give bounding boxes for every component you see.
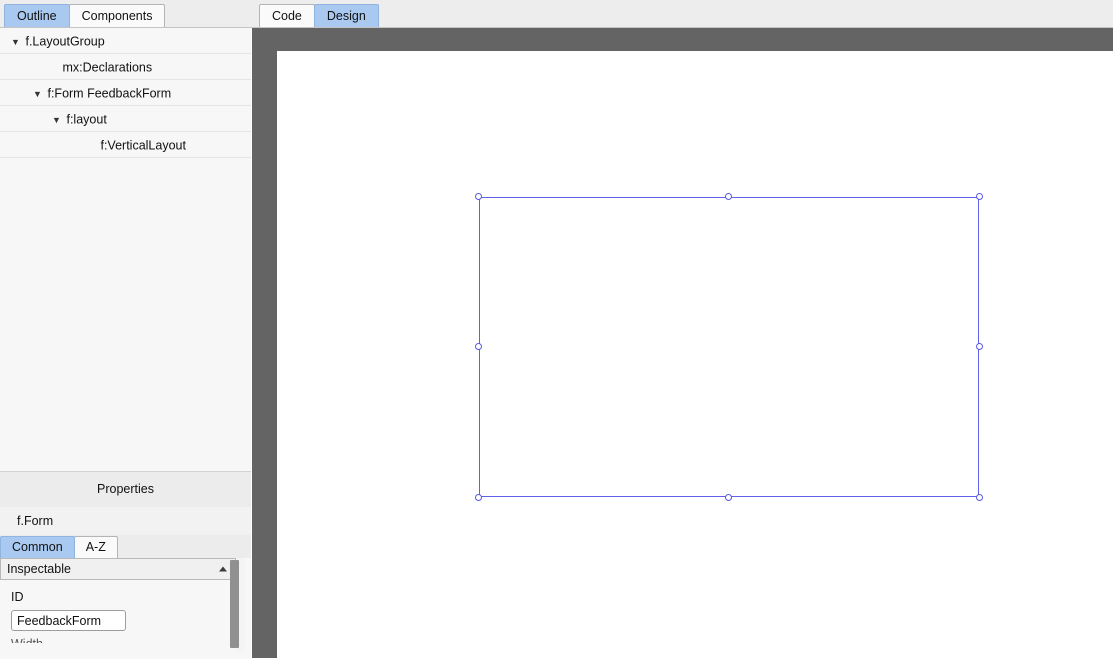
canvas-backdrop bbox=[252, 28, 1113, 658]
resize-handle-top-right[interactable] bbox=[976, 193, 983, 200]
resize-handle-bottom-center[interactable] bbox=[725, 494, 732, 501]
section-inspectable-label: Inspectable bbox=[7, 562, 71, 576]
tree-item-verticallayout[interactable]: f:VerticalLayout bbox=[0, 132, 251, 158]
tab-design[interactable]: Design bbox=[313, 4, 379, 27]
resize-handle-bottom-left[interactable] bbox=[475, 494, 482, 501]
chevron-up-icon[interactable] bbox=[219, 566, 227, 572]
properties-scrollbar-track[interactable] bbox=[230, 558, 245, 651]
tab-design-label: Design bbox=[326, 9, 366, 23]
properties-scrollbar-thumb[interactable] bbox=[230, 560, 239, 648]
tree-item-layout[interactable]: ▼ f:layout bbox=[0, 106, 251, 132]
tab-code-label: Code bbox=[272, 9, 302, 23]
id-field[interactable] bbox=[11, 610, 126, 631]
tab-common[interactable]: Common bbox=[0, 536, 75, 558]
tree-item-layoutgroup[interactable]: ▼ f.LayoutGroup bbox=[0, 28, 251, 54]
resize-handle-middle-right[interactable] bbox=[976, 343, 983, 350]
tree-item-label: f.LayoutGroup bbox=[25, 34, 105, 49]
tab-components-label: Components bbox=[81, 9, 153, 23]
selected-component-bounds[interactable] bbox=[475, 193, 983, 501]
resize-handle-top-center[interactable] bbox=[725, 193, 732, 200]
properties-tabstrip: Common A-Z bbox=[0, 535, 251, 558]
tree-item-label: mx:Declarations bbox=[62, 60, 153, 75]
tree-item-label: f:VerticalLayout bbox=[100, 138, 186, 153]
section-inspectable[interactable]: Inspectable bbox=[0, 558, 236, 580]
resize-handle-top-left[interactable] bbox=[475, 193, 482, 200]
disclosure-triangle-icon[interactable]: ▼ bbox=[11, 29, 22, 55]
tree-item-form[interactable]: ▼ f:Form FeedbackForm bbox=[0, 80, 251, 106]
properties-subject: f.Form bbox=[0, 507, 251, 535]
flash-builder-window: Outline Components ▼ f.LayoutGroup mx:De… bbox=[0, 0, 1113, 659]
disclosure-triangle-icon[interactable]: ▼ bbox=[33, 81, 44, 107]
tab-components[interactable]: Components bbox=[68, 4, 166, 27]
design-canvas[interactable] bbox=[277, 51, 1113, 658]
field-label-clipped: Width bbox=[0, 637, 251, 643]
tab-a-z-label: A-Z bbox=[85, 540, 106, 554]
editor-tabstrip: Code Design bbox=[251, 0, 1113, 28]
tab-outline-label: Outline bbox=[17, 9, 57, 23]
outline-tabstrip: Outline Components bbox=[0, 0, 251, 28]
field-label-id: ID bbox=[11, 590, 24, 604]
resize-handle-bottom-right[interactable] bbox=[976, 494, 983, 501]
editor-area: Code Design bbox=[251, 0, 1113, 658]
outline-tree[interactable]: ▼ f.LayoutGroup mx:Declarations ▼ f:Form… bbox=[0, 28, 251, 471]
tab-outline[interactable]: Outline bbox=[4, 4, 70, 27]
resize-handle-middle-left[interactable] bbox=[475, 343, 482, 350]
tab-a-z[interactable]: A-Z bbox=[73, 536, 118, 558]
left-panel: Outline Components ▼ f.LayoutGroup mx:De… bbox=[0, 0, 251, 659]
tree-item-label: f:Form FeedbackForm bbox=[47, 86, 172, 101]
disclosure-triangle-icon[interactable]: ▼ bbox=[52, 107, 63, 133]
properties-body: Inspectable ID Width bbox=[0, 558, 251, 659]
properties-panel: Properties f.Form Common A-Z Inspectable… bbox=[0, 471, 251, 659]
tree-item-declarations[interactable]: mx:Declarations bbox=[0, 54, 251, 80]
properties-title: Properties bbox=[0, 472, 251, 507]
tree-item-label: f:layout bbox=[66, 112, 107, 127]
tab-common-label: Common bbox=[12, 540, 63, 554]
tab-code[interactable]: Code bbox=[259, 4, 315, 27]
